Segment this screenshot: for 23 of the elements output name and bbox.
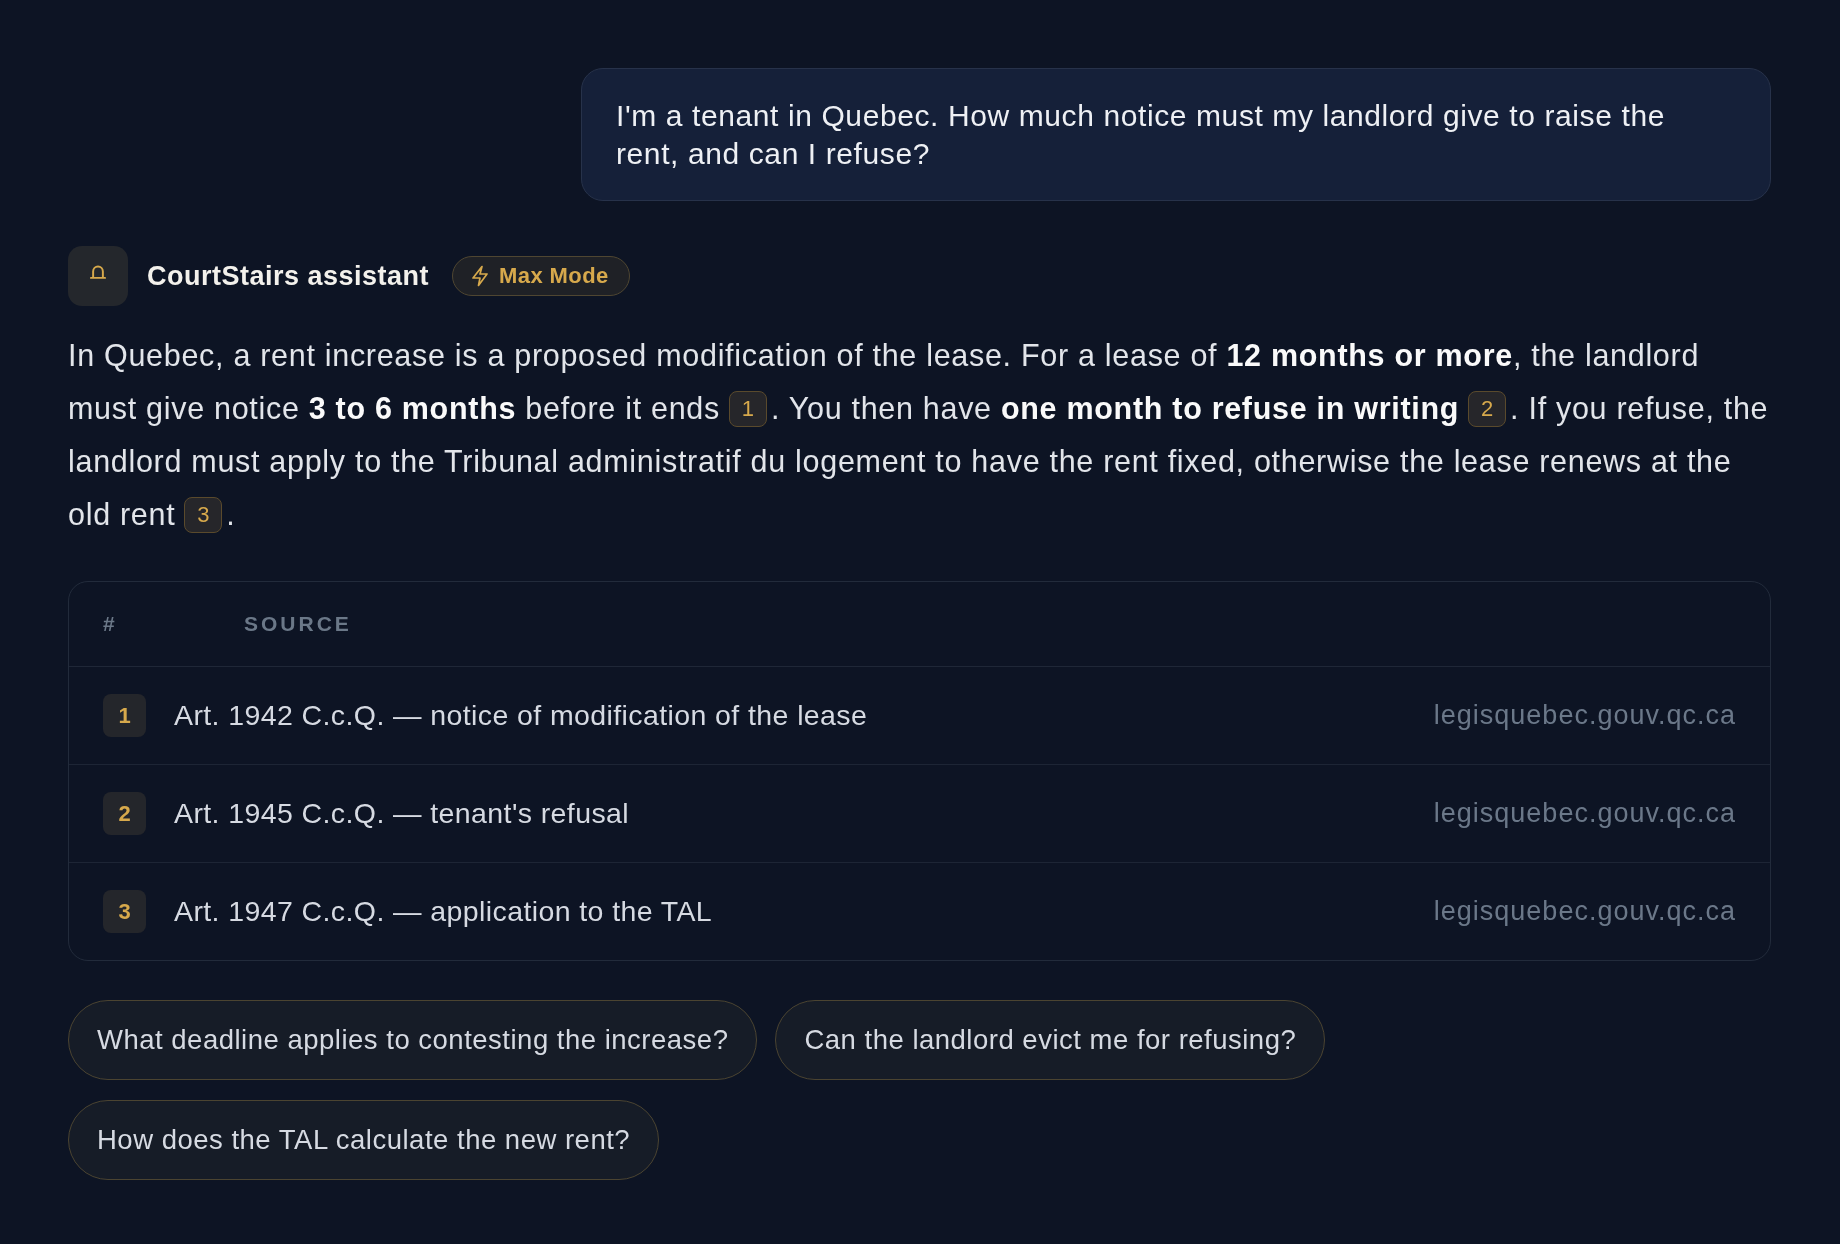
source-title: Art. 1945 C.c.Q. — tenant's refusal — [174, 797, 631, 830]
citation-link[interactable]: 3 — [184, 496, 223, 533]
suggestion-chip[interactable]: How does the TAL calculate the new rent? — [68, 1100, 660, 1180]
assistant-name: CourtStairs assistant — [147, 260, 430, 292]
answer-text: In Quebec, a rent increase is a proposed modification of the lease. For a lease of 12 months or more, the landlord must give notice 3 to 6 months before it ends 1 . You then have one month to refuse in writing 2 . If you refuse, the landlord must apply to the Tribunal administratif du logement to have the rent fixed, otherwise the lease renews at the old rent 3 . — [68, 337, 1770, 535]
source-title: Art. 1942 C.c.Q. — notice of modification of the lease — [174, 699, 869, 732]
column-header: # — [103, 612, 119, 636]
suggestion-chip[interactable]: What deadline applies to contesting the increase? — [68, 1000, 758, 1080]
source-domain: legisquebec.gouv.qc.ca — [1433, 798, 1736, 829]
suggestion-chip[interactable]: Can the landlord evict me for refusing? — [775, 1000, 1326, 1080]
source-domain: legisquebec.gouv.qc.ca — [1433, 700, 1736, 731]
citation-link[interactable]: 1 — [728, 390, 767, 427]
bell-icon — [68, 246, 128, 306]
citation-number: 2 — [103, 792, 146, 835]
user-message: I'm a tenant in Quebec. How much notice must my landlord give to raise the rent, and can I refuse? — [581, 68, 1771, 201]
source-title: Art. 1947 C.c.Q. — application to the TAL — [174, 895, 714, 928]
source-domain: legisquebec.gouv.qc.ca — [1433, 896, 1736, 927]
citation-number: 3 — [103, 890, 146, 933]
bolt-icon — [470, 265, 491, 287]
citation-number: 1 — [103, 694, 146, 737]
mode-label: Max Mode — [499, 263, 609, 289]
citation-link[interactable]: 2 — [1468, 390, 1507, 427]
column-header: SOURCE — [244, 612, 352, 636]
